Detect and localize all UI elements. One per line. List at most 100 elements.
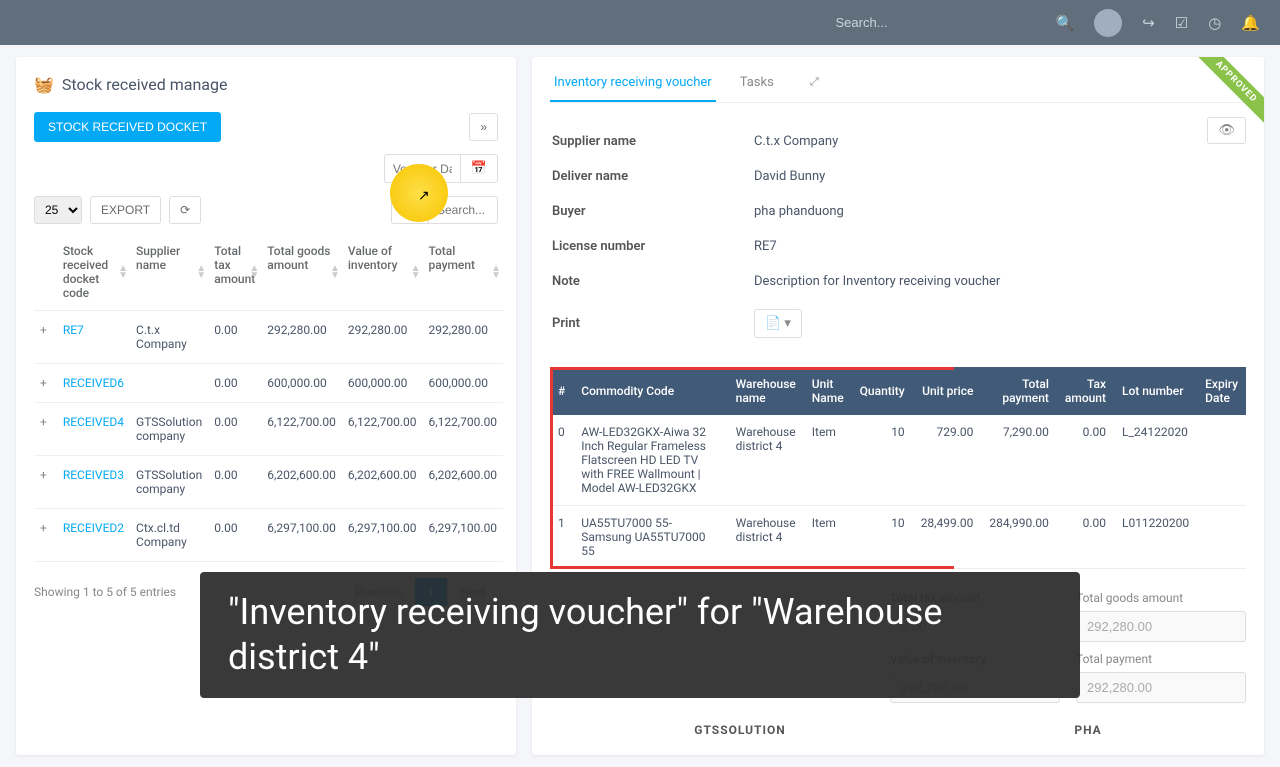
total-goods-label: Total goods amount <box>1076 591 1246 605</box>
sig-right: PHA <box>1074 723 1101 737</box>
col-item-qty: Quantity <box>852 367 913 415</box>
docket-code[interactable]: RECEIVED6 <box>57 364 130 403</box>
table-row[interactable]: + RECEIVED4 GTSSolution company 0.00 6,1… <box>34 403 503 456</box>
license-value: RE7 <box>754 230 1244 263</box>
tax-cell: 0.00 <box>208 403 261 456</box>
tax-cell: 0.00 <box>208 311 261 364</box>
col-goods[interactable]: Total goods amount▲▼ <box>261 234 342 311</box>
inventory-cell: 6,122,700.00 <box>342 403 423 456</box>
chevron-button[interactable]: » <box>469 113 498 141</box>
date-input[interactable] <box>385 156 460 182</box>
total-pay-label: Total payment <box>1076 652 1246 666</box>
basket-icon: 🧺 <box>34 75 54 94</box>
supplier-label: Supplier name <box>552 125 752 158</box>
goods-cell: 600,000.00 <box>261 364 342 403</box>
export-button[interactable]: EXPORT <box>90 196 161 224</box>
docket-code[interactable]: RECEIVED2 <box>57 509 130 562</box>
goods-cell: 6,122,700.00 <box>261 403 342 456</box>
expand-icon[interactable]: + <box>40 415 51 429</box>
page-title: 🧺 Stock received manage <box>34 75 498 94</box>
item-row: 1 UA55TU7000 55-Samsung UA55TU7000 55 Wa… <box>550 506 1246 569</box>
col-item-num: # <box>550 367 573 415</box>
tax-cell: 0.00 <box>208 509 261 562</box>
video-caption: "Inventory receiving voucher" for "Wareh… <box>200 572 1080 698</box>
buyer-value: pha phanduong <box>754 195 1244 228</box>
table-row[interactable]: + RECEIVED2 Ctx.cl.td Company 0.00 6,297… <box>34 509 503 562</box>
clock-icon[interactable]: ◷ <box>1208 14 1221 32</box>
goods-cell: 6,202,600.00 <box>261 456 342 509</box>
col-item-price: Unit price <box>913 367 982 415</box>
tax-cell: 0.00 <box>208 364 261 403</box>
total-pay-input <box>1076 672 1246 703</box>
view-button[interactable]: 👁 <box>1207 117 1246 144</box>
new-docket-button[interactable]: STOCK RECEIVED DOCKET <box>34 112 221 142</box>
print-button[interactable]: 📄 ▾ <box>754 309 802 338</box>
inventory-cell: 292,280.00 <box>342 311 423 364</box>
global-search[interactable] <box>836 15 1036 31</box>
tab-voucher[interactable]: Inventory receiving voucher <box>550 75 716 102</box>
col-supplier[interactable]: Supplier name▲▼ <box>130 234 208 311</box>
supplier-cell: C.t.x Company <box>130 311 208 364</box>
goods-cell: 6,297,100.00 <box>261 509 342 562</box>
search-input[interactable] <box>836 15 1036 30</box>
payment-cell: 600,000.00 <box>422 364 503 403</box>
voucher-details: Supplier nameC.t.x Company Deliver nameD… <box>550 123 1246 349</box>
supplier-cell <box>130 364 208 403</box>
payment-cell: 6,202,600.00 <box>422 456 503 509</box>
col-item-lot: Lot number <box>1114 367 1197 415</box>
supplier-cell: GTSSolution company <box>130 456 208 509</box>
expand-icon[interactable]: + <box>40 521 51 535</box>
col-tax[interactable]: Total tax amount▲▼ <box>208 234 261 311</box>
col-inventory[interactable]: Value of inventory▲▼ <box>342 234 423 311</box>
inventory-cell: 6,297,100.00 <box>342 509 423 562</box>
table-search-input[interactable] <box>428 196 498 224</box>
docket-code[interactable]: RECEIVED4 <box>57 403 130 456</box>
inventory-cell: 600,000.00 <box>342 364 423 403</box>
total-goods-input <box>1076 611 1246 642</box>
expand-icon[interactable]: + <box>40 468 51 482</box>
col-item-payment: Total payment <box>981 367 1056 415</box>
search-icon[interactable]: 🔍 <box>1056 14 1075 32</box>
license-label: License number <box>552 230 752 263</box>
check-icon[interactable]: ☑ <box>1175 14 1188 32</box>
col-item-warehouse: Warehouse name <box>728 367 804 415</box>
col-payment[interactable]: Total payment▲▼ <box>422 234 503 311</box>
col-item-expiry: Expiry Date <box>1197 367 1246 415</box>
bell-icon[interactable]: 🔔 <box>1241 14 1260 32</box>
payment-cell: 6,297,100.00 <box>422 509 503 562</box>
tab-tasks[interactable]: Tasks <box>736 75 778 102</box>
page-size-select[interactable]: 25 <box>34 196 82 224</box>
table-row[interactable]: + RECEIVED3 GTSSolution company 0.00 6,2… <box>34 456 503 509</box>
items-table: # Commodity Code Warehouse name Unit Nam… <box>550 367 1246 569</box>
supplier-value: C.t.x Company <box>754 125 1244 158</box>
date-filter[interactable]: 📅 <box>384 154 498 183</box>
avatar[interactable] <box>1094 9 1122 37</box>
docket-code[interactable]: RE7 <box>57 311 130 364</box>
note-label: Note <box>552 265 752 298</box>
table-row[interactable]: + RE7 C.t.x Company 0.00 292,280.00 292,… <box>34 311 503 364</box>
col-item-unit: Unit Name <box>804 367 852 415</box>
docket-code[interactable]: RECEIVED3 <box>57 456 130 509</box>
supplier-cell: Ctx.cl.td Company <box>130 509 208 562</box>
table-search-icon[interactable]: 🔍 <box>391 195 428 224</box>
expand-icon[interactable]: + <box>40 323 51 337</box>
payment-cell: 292,280.00 <box>422 311 503 364</box>
expand-icon[interactable]: ⤢ <box>810 75 819 102</box>
refresh-button[interactable]: ⟳ <box>169 196 201 224</box>
sig-left: GTSSOLUTION <box>694 723 785 737</box>
signatures: GTSSOLUTION PHA <box>550 723 1246 737</box>
expand-icon[interactable]: + <box>40 376 51 390</box>
dockets-table: Stock received docket code▲▼ Supplier na… <box>34 234 503 562</box>
payment-cell: 6,122,700.00 <box>422 403 503 456</box>
col-code[interactable]: Stock received docket code▲▼ <box>57 234 130 311</box>
print-label: Print <box>552 300 752 347</box>
col-item-code: Commodity Code <box>573 367 727 415</box>
note-value: Description for Inventory receiving vouc… <box>754 265 1244 298</box>
page-title-text: Stock received manage <box>62 75 228 94</box>
goods-cell: 292,280.00 <box>261 311 342 364</box>
share-icon[interactable]: ↪ <box>1142 14 1155 32</box>
topbar-icons: 🔍 ↪ ☑ ◷ 🔔 <box>1056 9 1261 37</box>
table-row[interactable]: + RECEIVED6 0.00 600,000.00 600,000.00 6… <box>34 364 503 403</box>
topbar: 🔍 ↪ ☑ ◷ 🔔 <box>0 0 1280 45</box>
calendar-icon[interactable]: 📅 <box>460 155 497 182</box>
